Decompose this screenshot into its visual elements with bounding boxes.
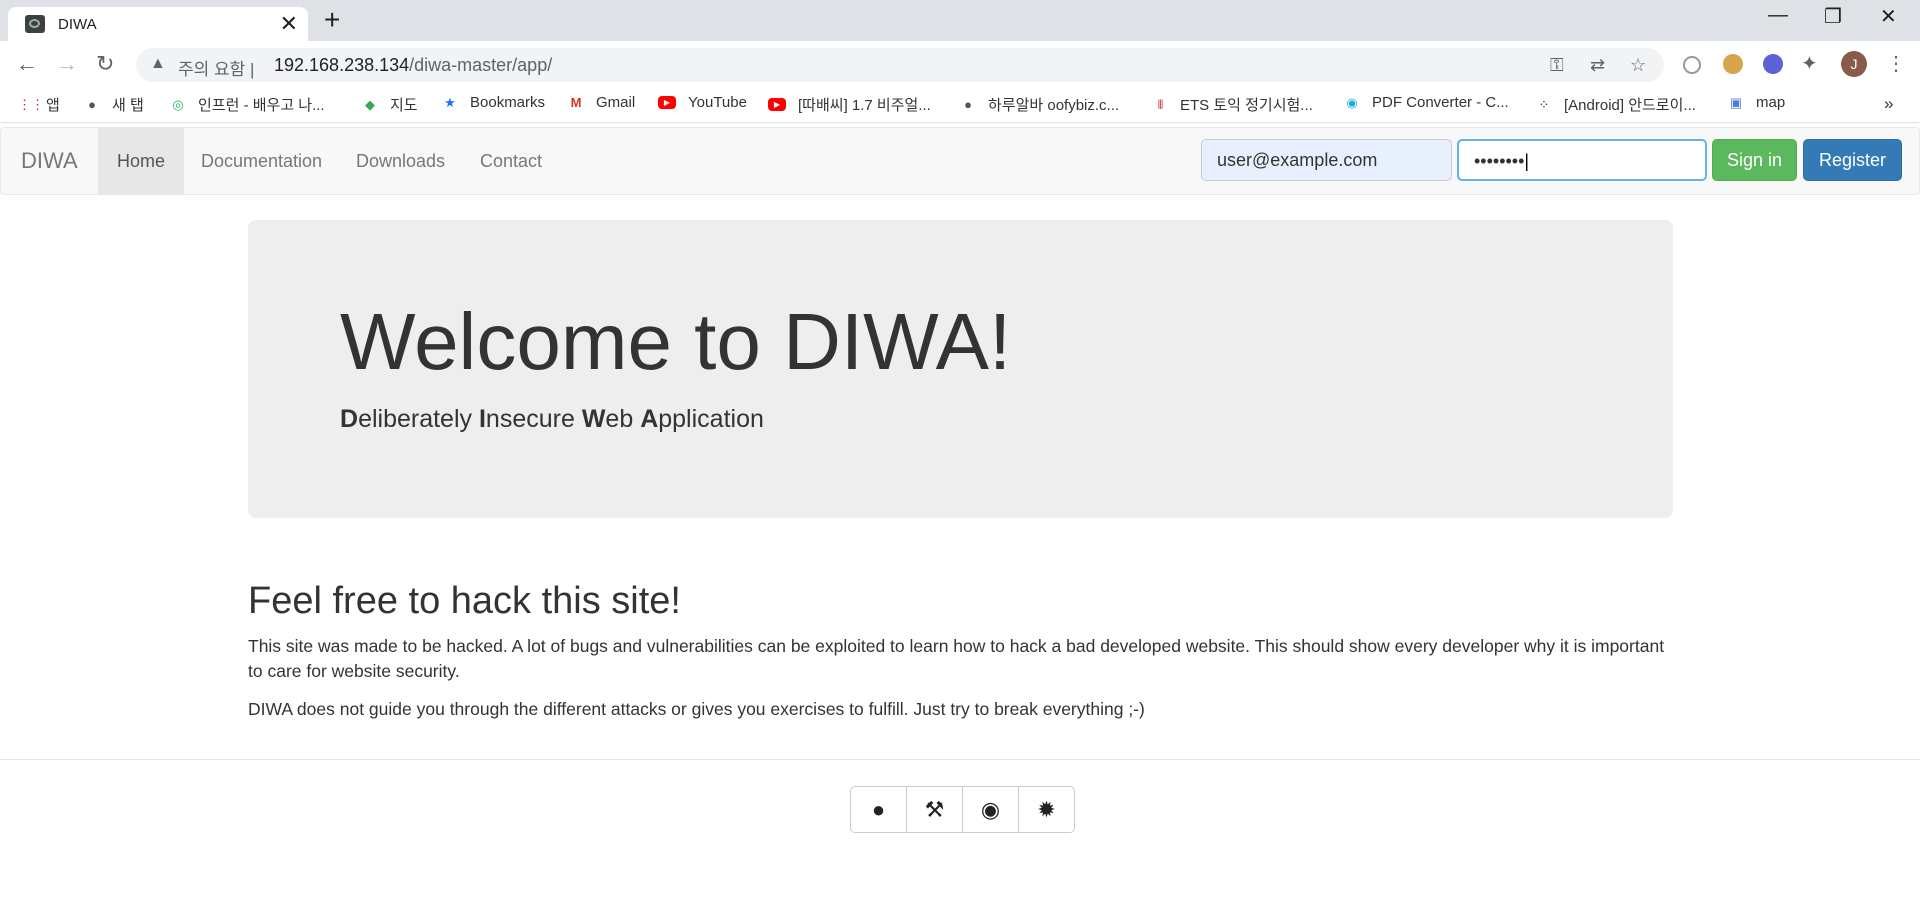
bug-icon: ✹ bbox=[1037, 796, 1056, 822]
maps-icon: ◆ bbox=[365, 96, 375, 112]
inflearn-icon: ◎ bbox=[172, 96, 184, 112]
warning-triangle-icon[interactable]: ▲ bbox=[150, 55, 166, 73]
footer-button-group: ● ⚒ ◉ ✹ bbox=[850, 786, 1075, 833]
extensions-puzzle-icon[interactable]: ✦ bbox=[1801, 51, 1818, 76]
bookmark-inflearn[interactable]: ◎ 인프런 - 배우고 나... bbox=[170, 94, 324, 115]
bookmark-apps[interactable]: ⋮⋮ 앱 bbox=[18, 94, 60, 115]
gavel-icon: ⚒ bbox=[924, 796, 945, 822]
bug-button[interactable]: ✹ bbox=[1019, 787, 1074, 832]
nav-downloads[interactable]: Downloads bbox=[337, 128, 464, 194]
ets-icon: ||| bbox=[1157, 98, 1164, 110]
register-button[interactable]: Register bbox=[1803, 139, 1902, 181]
check-extension-icon[interactable] bbox=[1763, 54, 1783, 74]
gmail-icon: M bbox=[570, 94, 582, 110]
bookmark-newtab[interactable]: ● 새 탭 bbox=[84, 94, 144, 115]
intro-paragraph: This site was made to be hacked. A lot o… bbox=[248, 636, 1665, 681]
url-text[interactable]: 192.168.238.134/diwa-master/app/ bbox=[274, 55, 552, 76]
bookmark-maps[interactable]: ◆ 지도 bbox=[362, 94, 418, 115]
tab-title: DIWA bbox=[58, 15, 97, 33]
github-icon: ◉ bbox=[980, 796, 1001, 822]
welcome-subtitle: Deliberately Insecure Web Application bbox=[340, 405, 764, 433]
site-navbar: DIWA Home Documentation Downloads Contac… bbox=[0, 127, 1920, 195]
bookmark-star-icon[interactable]: ☆ bbox=[1630, 55, 1646, 76]
translate-icon: ▣ bbox=[1729, 94, 1743, 110]
bookmarks-overflow-button[interactable]: » bbox=[1884, 94, 1893, 114]
bomb-icon: ● bbox=[871, 796, 886, 822]
bookmark-android[interactable]: ⁘ [Android] 안드로이... bbox=[1536, 94, 1696, 115]
browser-tab-strip: DIWA ✕ + — ❐ ✕ bbox=[0, 0, 1920, 41]
cookie-extension-icon[interactable] bbox=[1723, 54, 1743, 74]
tab-close-icon[interactable]: ✕ bbox=[280, 12, 298, 36]
guide-paragraph: DIWA does not guide you through the diff… bbox=[248, 699, 1145, 719]
bookmark-ets[interactable]: ||| ETS 토익 정기시험... bbox=[1152, 94, 1313, 115]
github-button[interactable]: ◉ bbox=[963, 787, 1019, 832]
globe-icon: ● bbox=[964, 96, 972, 112]
footer-divider bbox=[0, 759, 1920, 760]
restore-button[interactable]: ❐ bbox=[1824, 4, 1842, 29]
navbar-brand[interactable]: DIWA bbox=[21, 148, 78, 174]
key-icon[interactable]: ⚿ bbox=[1550, 55, 1564, 76]
address-bar[interactable]: ▲ 주의 요함 | 192.168.238.134/diwa-master/ap… bbox=[136, 48, 1664, 82]
password-mask: •••••••• bbox=[1474, 151, 1525, 171]
apps-grid-icon: ⋮⋮ bbox=[18, 96, 44, 112]
browser-toolbar: ← → ↻ ▲ 주의 요함 | 192.168.238.134/diwa-mas… bbox=[0, 41, 1920, 87]
back-arrow-icon[interactable]: ← bbox=[16, 51, 38, 77]
gavel-button[interactable]: ⚒ bbox=[907, 787, 963, 832]
pdf-converter-icon: ◉ bbox=[1346, 94, 1358, 110]
minimize-button[interactable]: — bbox=[1768, 4, 1788, 27]
section-heading: Feel free to hack this site! bbox=[248, 580, 681, 622]
youtube-icon: ▶ bbox=[658, 96, 676, 109]
globe-icon: ● bbox=[88, 96, 96, 112]
diwa-favicon-icon bbox=[25, 15, 45, 33]
email-field[interactable]: user@example.com bbox=[1201, 139, 1452, 181]
bookmark-map[interactable]: ▣ map bbox=[1728, 94, 1785, 111]
sign-in-button[interactable]: Sign in bbox=[1712, 139, 1797, 181]
new-tab-button[interactable]: + bbox=[324, 4, 340, 36]
android-icon: ⁘ bbox=[1538, 96, 1550, 112]
bookmark-youtube[interactable]: ▶ YouTube bbox=[658, 94, 747, 111]
bookmark-youtube-2[interactable]: ▶ [따배씨] 1.7 비주얼... bbox=[768, 94, 931, 115]
nav-contact[interactable]: Contact bbox=[461, 128, 561, 194]
nav-home[interactable]: Home bbox=[98, 128, 185, 194]
security-status[interactable]: 주의 요함 | bbox=[178, 55, 254, 80]
browser-menu-icon[interactable]: ⋮ bbox=[1886, 51, 1906, 76]
bookmarks-bar: ⋮⋮ 앱 ● 새 탭 ◎ 인프런 - 배우고 나... ◆ 지도 ★ Bookmarks … bbox=[0, 87, 1920, 123]
profile-avatar[interactable]: J bbox=[1841, 51, 1867, 77]
youtube-icon: ▶ bbox=[768, 98, 786, 111]
welcome-title: Welcome to DIWA! bbox=[340, 297, 1012, 386]
browser-tab[interactable]: DIWA ✕ bbox=[8, 7, 308, 41]
extension-minus-icon[interactable] bbox=[1683, 56, 1701, 74]
translate-icon[interactable]: ⇄ bbox=[1590, 55, 1605, 76]
bomb-button[interactable]: ● bbox=[851, 787, 907, 832]
jumbotron: Welcome to DIWA! Deliberately Insecure W… bbox=[248, 220, 1673, 518]
close-window-button[interactable]: ✕ bbox=[1880, 4, 1897, 29]
bookmark-harualba[interactable]: ● 하루알바 oofybiz.c... bbox=[960, 94, 1119, 115]
password-field[interactable]: ••••••••| bbox=[1457, 139, 1707, 181]
bookmark-bookmarks[interactable]: ★ Bookmarks bbox=[442, 94, 545, 111]
bookmark-gmail[interactable]: M Gmail bbox=[568, 94, 636, 111]
nav-documentation[interactable]: Documentation bbox=[182, 128, 341, 194]
bookmark-pdf-converter[interactable]: ◉ PDF Converter - C... bbox=[1344, 94, 1508, 111]
star-icon: ★ bbox=[444, 94, 456, 110]
forward-arrow-icon[interactable]: → bbox=[56, 51, 78, 77]
reload-icon[interactable]: ↻ bbox=[96, 51, 114, 77]
